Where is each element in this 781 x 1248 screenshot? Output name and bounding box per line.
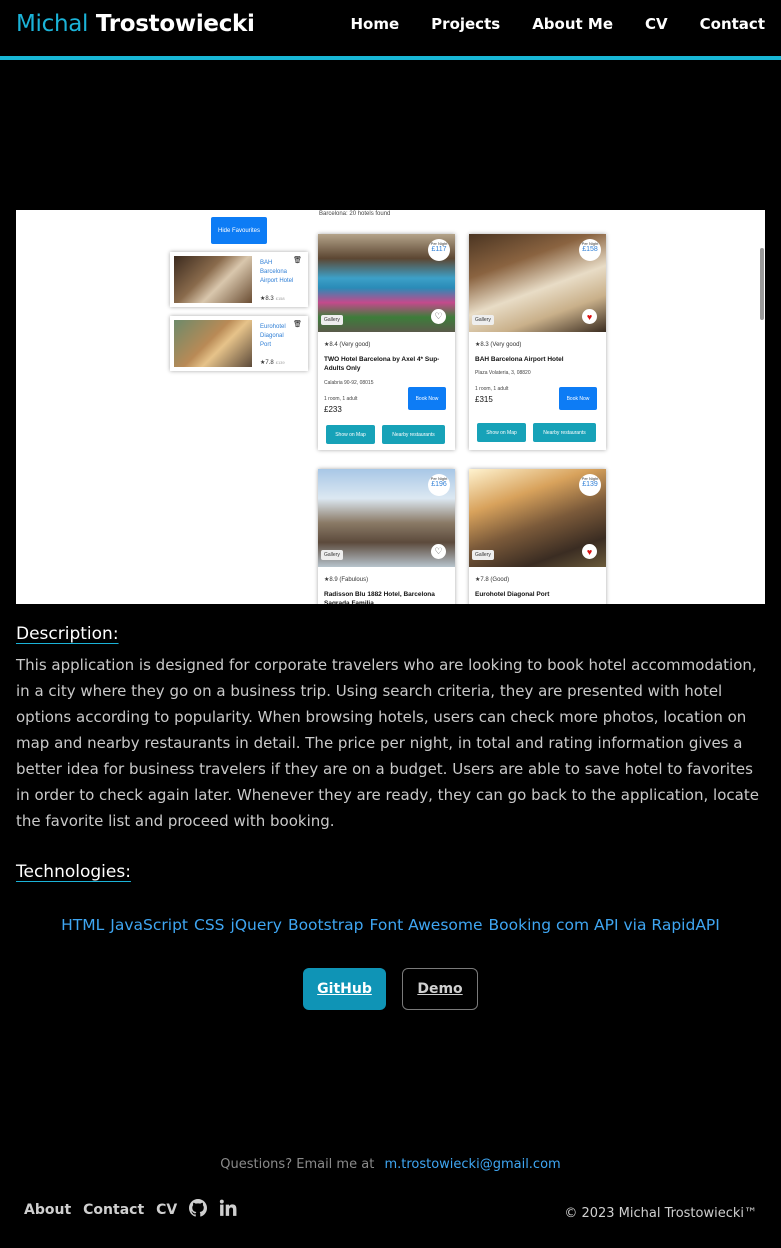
- heart-icon: ♡: [431, 544, 446, 559]
- gallery-label: Gallery: [321, 550, 343, 560]
- hotel-card: Per Night £196 Gallery ♡ ★8.9 (Fabulous) …: [318, 469, 455, 604]
- favourite-item: BAH Barcelona Airport Hotel ★8.3 £158 🗑: [170, 252, 308, 307]
- favourite-rating: ★8.3 £158: [260, 296, 285, 302]
- nav-projects[interactable]: Projects: [431, 15, 500, 33]
- hide-favourites-button: Hide Favourites: [211, 217, 267, 244]
- hotel-name: Eurohotel Diagonal Port: [475, 591, 550, 598]
- hotel-name: BAH Barcelona Airport Hotel: [475, 356, 564, 363]
- tech-item: CSS: [194, 916, 225, 934]
- hotel-rating: ★8.9 (Fabulous): [324, 577, 369, 583]
- favourite-thumbnail: [174, 320, 252, 367]
- favourite-rating: ★7.8 £139: [260, 360, 285, 366]
- tech-item: jQuery: [230, 916, 282, 934]
- nav-cv[interactable]: CV: [645, 15, 668, 33]
- footer-about-link[interactable]: About: [24, 1202, 71, 1218]
- github-icon[interactable]: [189, 1199, 208, 1221]
- favourite-name: Eurohotel Diagonal Port: [260, 324, 286, 348]
- tech-item: Booking com API via RapidAPI: [488, 916, 720, 934]
- hotel-rating: ★8.3 (Very good): [475, 342, 522, 348]
- github-button[interactable]: GitHub: [303, 968, 386, 1010]
- hotel-rating: ★7.8 (Good): [475, 577, 510, 583]
- project-screenshot: Barcelona: 20 hotels found Hide Favourit…: [16, 210, 765, 604]
- heart-icon: ♡: [431, 309, 446, 324]
- tech-item: HTML: [61, 916, 105, 934]
- per-night-badge: Per Night £158: [579, 239, 601, 261]
- footer-cv-link[interactable]: CV: [156, 1202, 177, 1218]
- hotel-rooms: 1 room, 1 adult: [475, 386, 509, 392]
- nav-home[interactable]: Home: [351, 15, 400, 33]
- footer-links: About Contact CV: [24, 1199, 237, 1221]
- gallery-label: Gallery: [472, 550, 494, 560]
- book-now-button: Book Now: [559, 387, 597, 410]
- description-text: This application is designed for corpora…: [16, 656, 759, 830]
- favourite-item: Eurohotel Diagonal Port ★7.8 £139 🗑: [170, 316, 308, 371]
- screenshot-scrollbar: [760, 248, 764, 320]
- tech-item: JavaScript: [110, 916, 188, 934]
- trash-icon: 🗑: [293, 321, 302, 328]
- hotel-card: Per Night £139 Gallery ♥ ★7.8 (Good) Euro…: [469, 469, 606, 604]
- heart-icon: ♥: [582, 309, 597, 324]
- hotel-price: £315: [475, 395, 493, 404]
- footer-email-link[interactable]: m.trostowiecki@gmail.com: [384, 1157, 560, 1172]
- show-on-map-button: Show on Map: [326, 425, 375, 444]
- show-on-map-button: Show on Map: [477, 423, 526, 442]
- technologies-list: HTML JavaScript CSS jQuery Bootstrap Fon…: [0, 916, 781, 934]
- brand-logo[interactable]: Michal Trostowiecki: [16, 11, 255, 37]
- per-night-badge: Per Night £139: [579, 474, 601, 496]
- copyright-text: © 2023 Michal Trostowiecki™: [564, 1206, 757, 1221]
- gallery-label: Gallery: [321, 315, 343, 325]
- demo-button[interactable]: Demo: [402, 968, 478, 1010]
- hotel-address: Plaza Volateria, 3, 08820: [475, 370, 531, 376]
- favourite-name: BAH Barcelona Airport Hotel: [260, 260, 294, 284]
- hotel-card: Per Night £117 Gallery ♡ ★8.4 (Very good)…: [318, 234, 455, 450]
- hotel-address: Calabria 90-92, 08015: [324, 380, 374, 386]
- nearby-restaurants-button: Nearby restaurants: [533, 423, 596, 442]
- linkedin-icon[interactable]: [219, 1199, 237, 1221]
- brand-first-name: Michal: [16, 11, 89, 37]
- hotel-name: Radisson Blu 1882 Hotel, Barcelona Sagra…: [324, 591, 435, 604]
- hotel-rating: ★8.4 (Very good): [324, 342, 371, 348]
- tech-item: Font Awesome: [369, 916, 483, 934]
- brand-last-name: Trostowiecki: [95, 11, 255, 37]
- hotel-rooms: 1 room, 1 adult: [324, 396, 358, 402]
- top-navbar: Michal Trostowiecki Home Projects About …: [0, 0, 781, 60]
- hotel-card: Per Night £158 Gallery ♥ ★8.3 (Very good)…: [469, 234, 606, 450]
- trash-icon: 🗑: [293, 257, 302, 264]
- tech-item: Bootstrap: [287, 916, 364, 934]
- description-heading: Description:: [16, 624, 119, 644]
- nav-contact[interactable]: Contact: [700, 15, 765, 33]
- results-count: Barcelona: 20 hotels found: [319, 211, 391, 217]
- hotel-price: £233: [324, 405, 342, 414]
- favourite-thumbnail: [174, 256, 252, 303]
- footer-question: Questions? Email me at m.trostowiecki@gm…: [0, 1157, 781, 1172]
- hotel-name: TWO Hotel Barcelona by Axel 4* Sup- Adul…: [324, 356, 440, 372]
- per-night-badge: Per Night £196: [428, 474, 450, 496]
- nav-about-me[interactable]: About Me: [532, 15, 613, 33]
- technologies-heading: Technologies:: [16, 862, 131, 882]
- per-night-badge: Per Night £117: [428, 239, 450, 261]
- heart-icon: ♥: [582, 544, 597, 559]
- footer-contact-link[interactable]: Contact: [83, 1202, 144, 1218]
- book-now-button: Book Now: [408, 387, 446, 410]
- footer-question-text: Questions? Email me at: [220, 1157, 375, 1172]
- nav-links: Home Projects About Me CV Contact: [351, 15, 766, 33]
- gallery-label: Gallery: [472, 315, 494, 325]
- nearby-restaurants-button: Nearby restaurants: [382, 425, 445, 444]
